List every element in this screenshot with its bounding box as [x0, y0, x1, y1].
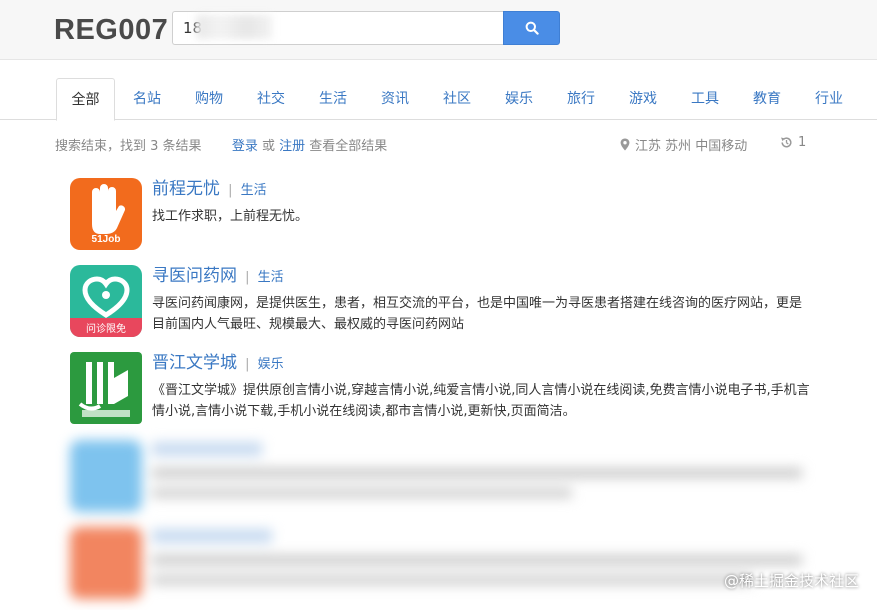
tab-all[interactable]: 全部 [56, 78, 115, 121]
watermark-text: @稀土掘金技术社区 [723, 572, 859, 590]
search-button[interactable] [503, 11, 560, 45]
blurred-app-icon [70, 527, 142, 599]
result-category-link[interactable]: 娱乐 [258, 357, 284, 372]
51job-logo-text: 51Job [91, 234, 121, 245]
history-counter[interactable]: 1 [780, 135, 806, 150]
location-info: 江苏 苏州 中国移动 [620, 135, 747, 154]
blurred-result-item [70, 527, 810, 599]
tab-social[interactable]: 社交 [247, 78, 295, 120]
book-logo-icon [78, 362, 130, 417]
result-description: 《晋江文学城》提供原创言情小说,穿越言情小说,纯爱言情小说,同人言情小说在线阅读… [152, 383, 810, 419]
tab-games[interactable]: 游戏 [619, 78, 667, 120]
result-item: 51Job 前程无忧 | 生活 找工作求职，上前程无忧。 [70, 178, 810, 250]
result-title-link[interactable]: 寻医问药网 [152, 266, 237, 286]
result-title-line: 前程无忧 | 生活 [152, 174, 267, 199]
search-summary: 搜索结束，找到 3 条结果 登录 或 注册 查看全部结果 [55, 135, 387, 154]
result-title-link[interactable]: 晋江文学城 [152, 353, 237, 373]
title-separator: | [245, 270, 250, 285]
blurred-line [152, 488, 572, 498]
category-tabs: 全部 名站 购物 社交 生活 资讯 社区 娱乐 旅行 游戏 工具 教育 行业 [0, 78, 877, 121]
jjwxc-app-icon[interactable] [70, 352, 142, 424]
result-category-link[interactable]: 生活 [241, 183, 267, 198]
tab-famous-sites[interactable]: 名站 [123, 78, 171, 120]
history-icon [781, 137, 792, 148]
header-bar: REG007 18 [0, 0, 877, 60]
page: REG007 18 全部 名站 购物 社交 生活 资讯 社区 娱乐 旅行 游戏 … [0, 0, 877, 610]
result-title-link[interactable]: 前程无忧 [152, 179, 220, 199]
title-separator: | [228, 183, 233, 198]
tab-travel[interactable]: 旅行 [557, 78, 605, 120]
result-title-line: 寻医问药网 | 生活 [152, 261, 284, 286]
view-all-text: 查看全部结果 [309, 139, 388, 154]
result-description: 寻医问药闻康网，是提供医生，患者，相互交流的平台，也是中国唯一为寻医患者搭建在线… [152, 296, 803, 332]
result-item: 问诊限免 寻医问药网 | 生活 寻医问药闻康网，是提供医生，患者，相互交流的平台… [70, 265, 810, 337]
location-text: 江苏 苏州 中国移动 [635, 139, 748, 154]
result-category-link[interactable]: 生活 [258, 270, 284, 285]
result-description: 找工作求职，上前程无忧。 [152, 209, 309, 224]
blurred-title [152, 442, 262, 456]
blurred-line [152, 555, 802, 565]
blurred-title [152, 529, 272, 543]
xywy-badge-text: 问诊限免 [86, 324, 126, 335]
tab-news[interactable]: 资讯 [371, 78, 419, 120]
result-item: 晋江文学城 | 娱乐 《晋江文学城》提供原创言情小说,穿越言情小说,纯爱言情小说… [70, 352, 810, 424]
title-separator: | [245, 357, 250, 372]
tab-shopping[interactable]: 购物 [185, 78, 233, 120]
register-link[interactable]: 注册 [279, 139, 305, 154]
login-link[interactable]: 登录 [232, 139, 258, 154]
location-pin-icon [620, 138, 630, 151]
tab-education[interactable]: 教育 [743, 78, 791, 120]
blurred-result-item [70, 440, 810, 512]
result-title-line: 晋江文学城 | 娱乐 [152, 348, 284, 373]
site-logo[interactable]: REG007 [54, 14, 168, 47]
tab-tools[interactable]: 工具 [681, 78, 729, 120]
tab-industry[interactable]: 行业 [805, 78, 853, 120]
tab-community[interactable]: 社区 [433, 78, 481, 120]
blurred-line [152, 468, 802, 478]
history-count: 1 [798, 135, 807, 150]
blurred-app-icon [70, 440, 142, 512]
xywy-app-icon[interactable]: 问诊限免 [70, 265, 142, 337]
result-count-text: 搜索结束，找到 3 条结果 [55, 139, 202, 154]
blurred-line [152, 575, 752, 585]
tab-entertainment[interactable]: 娱乐 [495, 78, 543, 120]
search-icon [525, 21, 539, 35]
tab-life[interactable]: 生活 [309, 78, 357, 120]
51job-app-icon[interactable]: 51Job [70, 178, 142, 250]
or-text: 或 [261, 139, 275, 154]
search-input-redaction [196, 15, 272, 39]
